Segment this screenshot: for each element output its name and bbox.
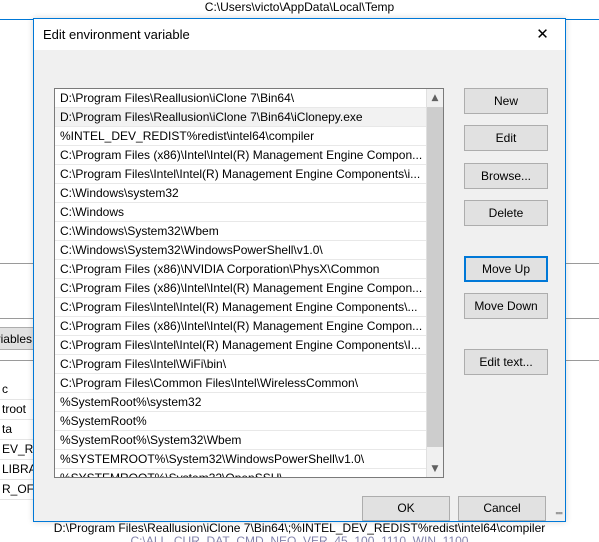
background-clipped-row: C:\ALL_CUR_DAT_CMD_NEO_VER_45_100_1110_W…: [130, 534, 469, 542]
background-variable-fragment: LIBRA: [0, 460, 36, 480]
path-entry-row[interactable]: C:\Windows\System32\WindowsPowerShell\v1…: [55, 241, 426, 260]
path-entry-row[interactable]: %SystemRoot%\system32: [55, 393, 426, 412]
path-entry-row[interactable]: %SystemRoot%: [55, 412, 426, 431]
path-entries-listbox[interactable]: D:\Program Files\Reallusion\iClone 7\Bin…: [54, 88, 444, 478]
path-entry-row[interactable]: D:\Program Files\Reallusion\iClone 7\Bin…: [55, 89, 426, 108]
cancel-button[interactable]: Cancel: [458, 496, 546, 521]
list-scrollbar[interactable]: ▲ ▼: [426, 89, 443, 477]
path-entry-row[interactable]: C:\Program Files (x86)\Intel\Intel(R) Ma…: [55, 146, 426, 165]
dialog-title: Edit environment variable: [43, 27, 190, 42]
chevron-up-icon: ▲: [431, 92, 439, 103]
path-entry-row[interactable]: C:\Program Files\Intel\Intel(R) Manageme…: [55, 336, 426, 355]
path-entry-row[interactable]: C:\Program Files (x86)\NVIDIA Corporatio…: [55, 260, 426, 279]
scroll-down-button[interactable]: ▼: [427, 460, 443, 477]
close-icon: ✕: [536, 24, 549, 43]
chevron-down-icon: ▼: [431, 463, 439, 474]
path-entry-row[interactable]: C:\Program Files\Common Files\Intel\Wire…: [55, 374, 426, 393]
move-down-button[interactable]: Move Down: [464, 293, 548, 319]
resize-grip-icon[interactable]: ▪▪▪: [550, 507, 563, 519]
edit-environment-variable-dialog: Edit environment variable ✕ D:\Program F…: [33, 18, 566, 522]
move-up-button[interactable]: Move Up: [464, 256, 548, 282]
dialog-body: D:\Program Files\Reallusion\iClone 7\Bin…: [34, 50, 565, 521]
background-variable-fragment: R_OF_P: [0, 480, 36, 500]
ok-button[interactable]: OK: [362, 496, 450, 521]
path-entry-row[interactable]: C:\Windows: [55, 203, 426, 222]
path-entry-row[interactable]: C:\Program Files\Intel\WiFi\bin\: [55, 355, 426, 374]
path-entry-row[interactable]: C:\Program Files\Intel\Intel(R) Manageme…: [55, 298, 426, 317]
path-entry-row[interactable]: D:\Program Files\Reallusion\iClone 7\Bin…: [55, 108, 426, 127]
path-entry-row[interactable]: C:\Windows\system32: [55, 184, 426, 203]
path-entry-row[interactable]: C:\Windows\System32\Wbem: [55, 222, 426, 241]
path-entry-row[interactable]: %SYSTEMROOT%\System32\WindowsPowerShell\…: [55, 450, 426, 469]
background-variable-fragment: EV_RE: [0, 440, 36, 460]
background-variable-fragment: ta: [0, 420, 36, 440]
background-path-value: D:\Program Files\Reallusion\iClone 7\Bin…: [53, 521, 546, 535]
path-entry-row[interactable]: C:\Program Files (x86)\Intel\Intel(R) Ma…: [55, 317, 426, 336]
path-entry-row[interactable]: %INTEL_DEV_REDIST%redist\intel64\compile…: [55, 127, 426, 146]
edit-button[interactable]: Edit: [464, 125, 548, 151]
background-environment-variables-button[interactable]: riables: [0, 327, 36, 350]
delete-button[interactable]: Delete: [464, 200, 548, 226]
path-entry-row[interactable]: C:\Program Files (x86)\Intel\Intel(R) Ma…: [55, 279, 426, 298]
new-button[interactable]: New: [464, 88, 548, 114]
background-temp-path: C:\Users\victo\AppData\Local\Temp: [204, 0, 395, 14]
dialog-title-bar: Edit environment variable ✕: [34, 19, 565, 50]
path-entry-row[interactable]: C:\Program Files\Intel\Intel(R) Manageme…: [55, 165, 426, 184]
scroll-up-button[interactable]: ▲: [427, 89, 443, 106]
path-entry-row[interactable]: %SystemRoot%\System32\Wbem: [55, 431, 426, 450]
background-variable-fragment: c: [0, 380, 36, 400]
path-entry-row[interactable]: %SYSTEMROOT%\System32\OpenSSH\: [55, 469, 426, 477]
path-entries-rows: D:\Program Files\Reallusion\iClone 7\Bin…: [55, 89, 426, 477]
background-variable-fragment: troot: [0, 400, 36, 420]
close-button[interactable]: ✕: [520, 19, 565, 49]
edit-text-button[interactable]: Edit text...: [464, 349, 548, 375]
background-variable-list-fragment: c troot ta EV_RE LIBRA R_OF_P: [0, 380, 36, 500]
browse-button[interactable]: Browse...: [464, 163, 548, 189]
scrollbar-thumb[interactable]: [427, 107, 443, 447]
